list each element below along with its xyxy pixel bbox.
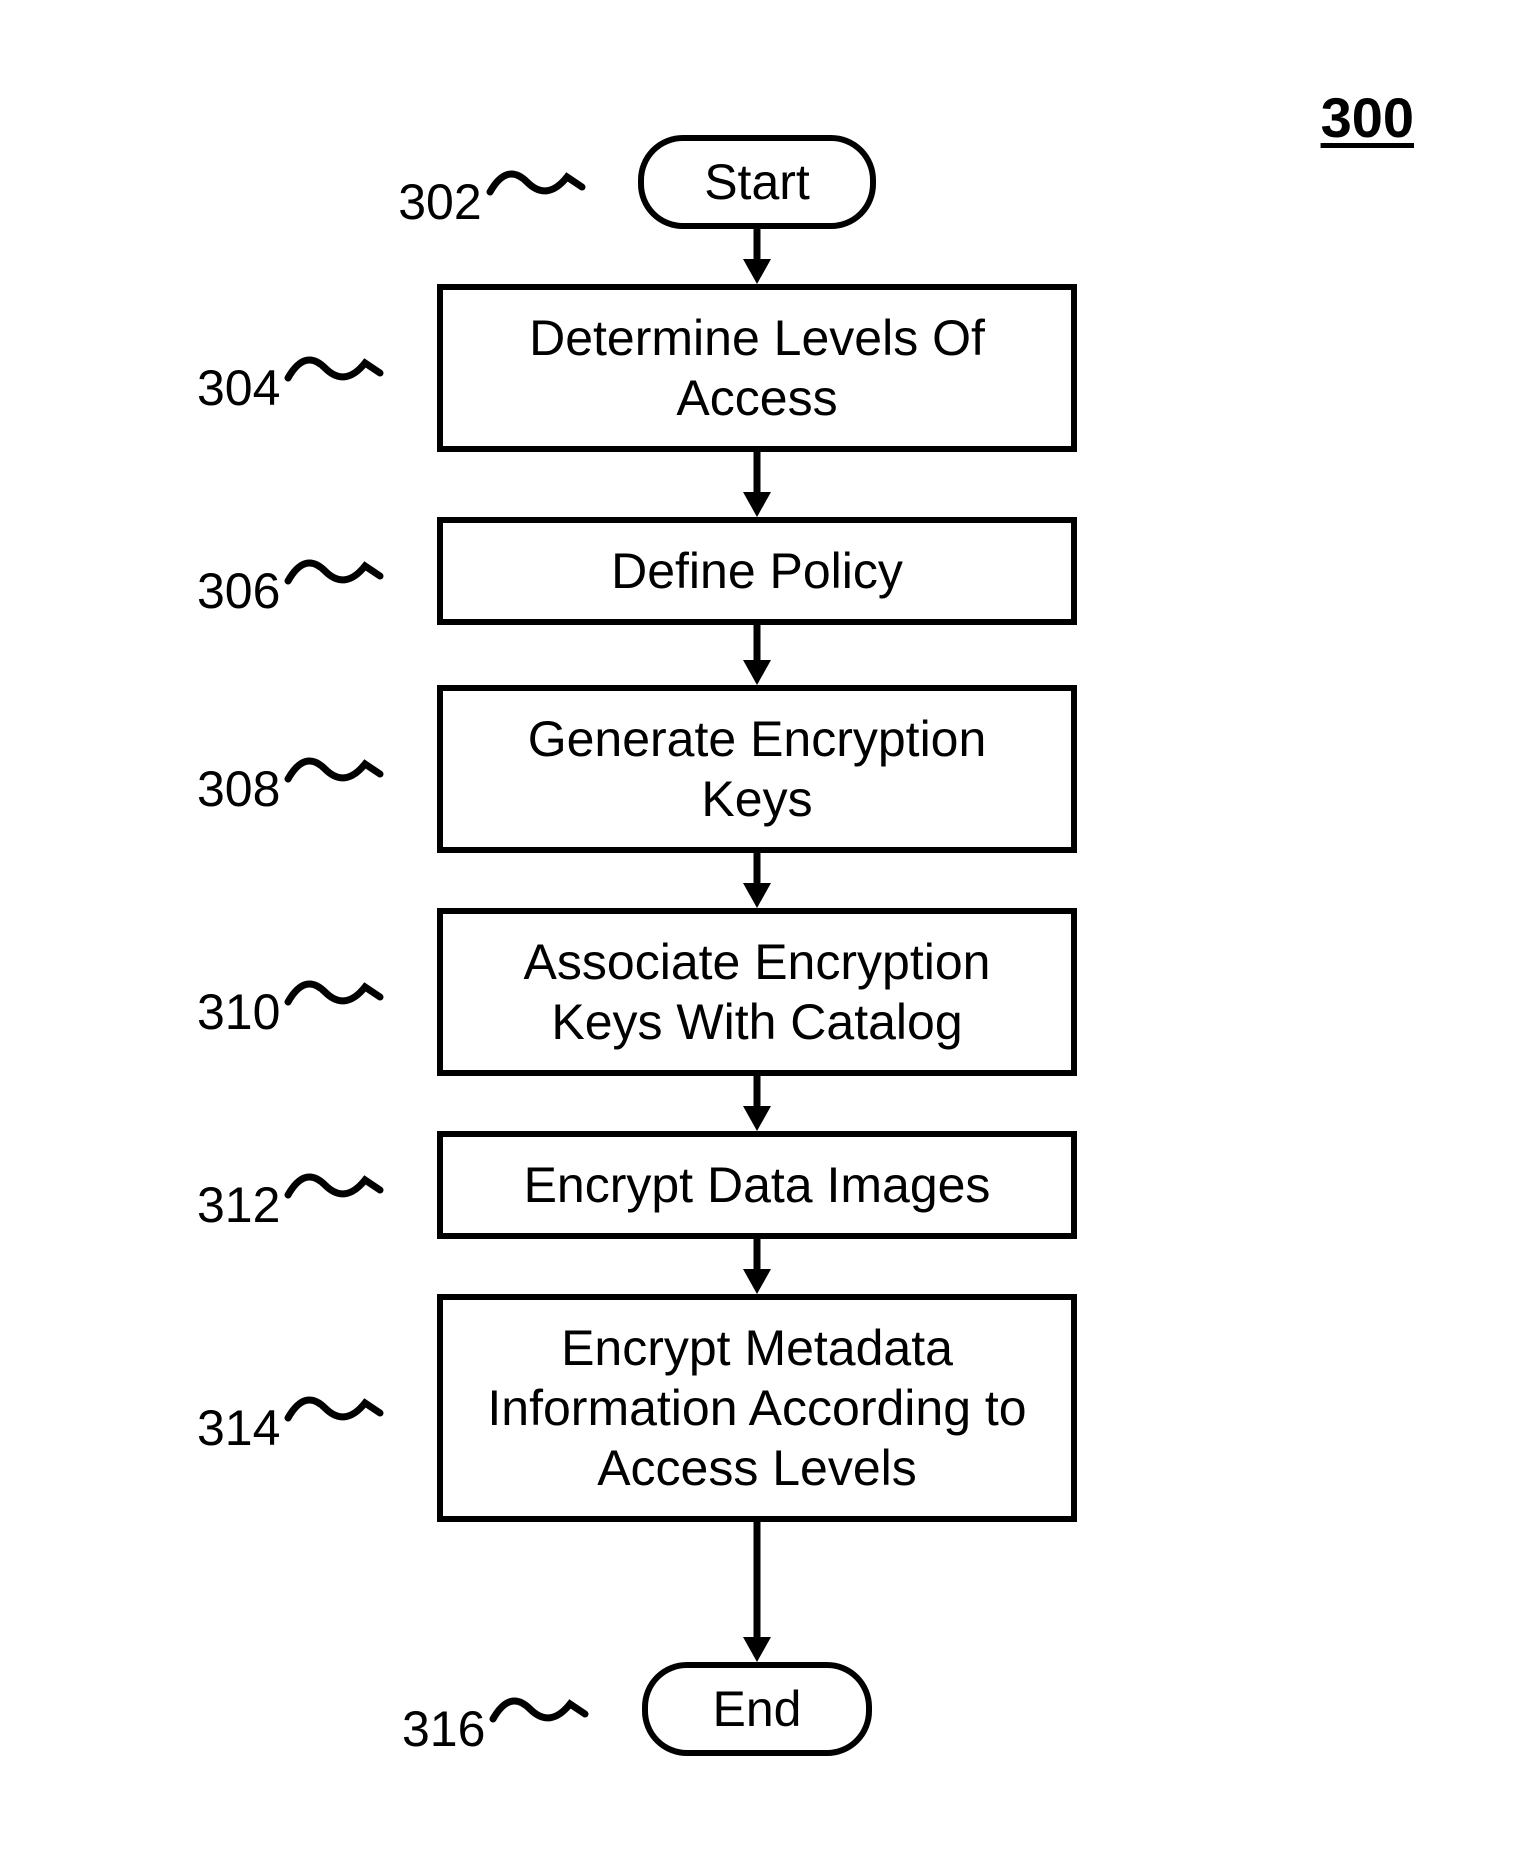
flowchart-container: 302 Start 304 Determine Levels Of Access… (437, 135, 1077, 1756)
arrow-down (737, 1239, 777, 1294)
process-associate-keys: Associate Encryption Keys With Catalog (437, 908, 1077, 1076)
ref-316: 316 (402, 1660, 595, 1758)
squiggle-connector (280, 546, 390, 596)
ref-number: 304 (197, 359, 280, 417)
ref-number: 312 (197, 1176, 280, 1234)
ref-306: 306 (197, 522, 390, 620)
ref-304: 304 (197, 319, 390, 417)
ref-314: 314 (197, 1359, 390, 1457)
ref-number: 316 (402, 1700, 485, 1758)
arrow-down (737, 229, 777, 284)
process-define-policy: Define Policy (437, 517, 1077, 625)
ref-number: 314 (197, 1399, 280, 1457)
arrow-down (737, 1076, 777, 1131)
process-determine-levels: Determine Levels Of Access (437, 284, 1077, 452)
process-encrypt-data: Encrypt Data Images (437, 1131, 1077, 1239)
ref-302: 302 (398, 133, 591, 231)
ref-number: 310 (197, 983, 280, 1041)
ref-310: 310 (197, 943, 390, 1041)
squiggle-connector (280, 1160, 390, 1210)
squiggle-connector (485, 1684, 595, 1734)
end-terminal: End (642, 1662, 872, 1756)
squiggle-connector (280, 1383, 390, 1433)
start-terminal: Start (638, 135, 876, 229)
figure-number: 300 (1321, 85, 1414, 150)
ref-number: 306 (197, 562, 280, 620)
arrow-down (737, 625, 777, 685)
squiggle-connector (280, 967, 390, 1017)
arrow-down (737, 452, 777, 517)
ref-number: 308 (197, 760, 280, 818)
arrow-down (737, 853, 777, 908)
ref-308: 308 (197, 720, 390, 818)
ref-312: 312 (197, 1136, 390, 1234)
squiggle-connector (482, 157, 592, 207)
arrow-down (737, 1522, 777, 1662)
ref-number: 302 (398, 173, 481, 231)
process-encrypt-metadata: Encrypt Metadata Information According t… (437, 1294, 1077, 1522)
squiggle-connector (280, 343, 390, 393)
process-generate-keys: Generate Encryption Keys (437, 685, 1077, 853)
squiggle-connector (280, 744, 390, 794)
